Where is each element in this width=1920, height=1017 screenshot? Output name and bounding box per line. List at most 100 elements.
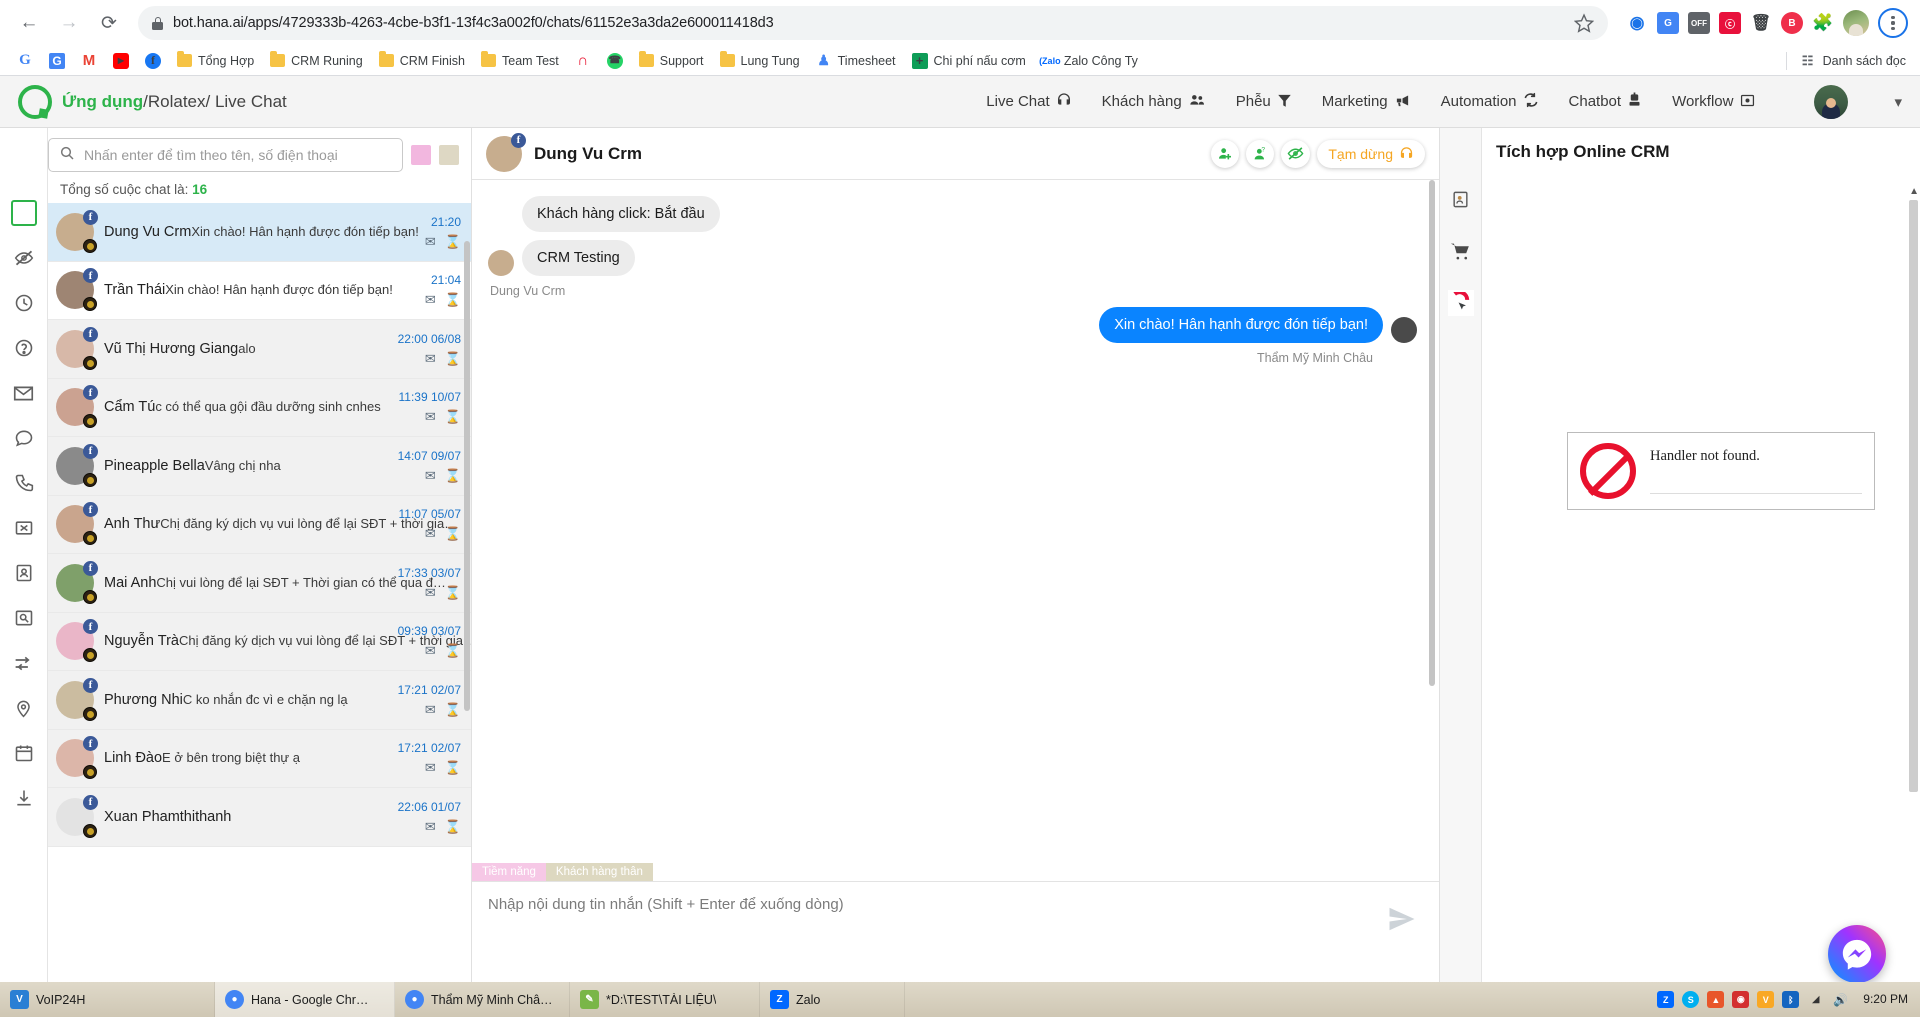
messenger-icon[interactable] xyxy=(1828,925,1886,983)
list-item[interactable]: f Trần TháiXin chào! Hân hạnh được đón t… xyxy=(48,261,471,320)
hourglass-icon[interactable]: ⌛ xyxy=(445,526,461,542)
chrome-profile-avatar[interactable] xyxy=(1843,10,1869,36)
eye-off-icon[interactable] xyxy=(1281,139,1311,168)
cursor-click-icon[interactable] xyxy=(1447,290,1474,316)
taskbar-item-voip24h[interactable]: V VoIP24H xyxy=(0,982,215,1017)
bookmark-tong-hop[interactable]: Tổng Hợp xyxy=(170,50,261,72)
mail-icon[interactable]: ✉ xyxy=(425,351,436,367)
tag-tiem-nang[interactable]: Tiềm năng xyxy=(472,863,546,881)
bookmark-whatsapp[interactable]: ☎ xyxy=(600,49,630,73)
list-item[interactable]: f Phương NhiC ko nhắn đc vì e chặn ng lạ… xyxy=(48,671,471,730)
mail-icon[interactable]: ✉ xyxy=(425,760,436,776)
message-input[interactable]: Nhập nội dung tin nhắn (Shift + Enter để… xyxy=(472,882,1439,995)
address-bar[interactable]: bot.hana.ai/apps/4729333b-4263-4cbe-b3f1… xyxy=(138,6,1608,40)
right-panel-vertical-scrollbar[interactable] xyxy=(1909,200,1918,792)
mail-icon[interactable]: ✉ xyxy=(425,526,436,542)
square-select-icon[interactable] xyxy=(10,200,37,226)
bookmark-timesheet[interactable]: ♟ Timesheet xyxy=(809,49,903,73)
mail-icon[interactable]: ✉ xyxy=(425,292,436,308)
bookmark-team-test[interactable]: Team Test xyxy=(474,50,566,72)
map-pin-icon[interactable] xyxy=(11,695,37,721)
volume-tray-icon[interactable]: 🔊 xyxy=(1832,991,1849,1008)
nav-khach-hang[interactable]: Khách hàng xyxy=(1102,92,1206,111)
chat-list-scrollbar[interactable] xyxy=(464,241,470,711)
list-item[interactable]: f Nguyễn TràChị đăng ký dịch vụ vui lòng… xyxy=(48,612,471,671)
bookmark-youtube[interactable]: ▶ xyxy=(106,49,136,73)
fire-tray-icon[interactable]: ▲ xyxy=(1707,991,1725,1008)
list-item[interactable]: f Xuan Phamthithanh 22:06 01/07 ✉ ⌛ xyxy=(48,788,471,847)
app-logo-area[interactable]: Ứng dụng/Rolatex/ Live Chat xyxy=(18,84,287,119)
off-toggle-icon[interactable]: OFF xyxy=(1688,12,1710,34)
list-item[interactable]: f Vũ Thị Hương Giangalo 22:00 06/08 ✉ ⌛ xyxy=(48,320,471,379)
send-icon[interactable] xyxy=(1387,904,1417,941)
bookmark-gmail[interactable]: M xyxy=(74,49,104,73)
mail-icon[interactable] xyxy=(11,380,37,406)
taskbar-item-tham-my-minh-chau[interactable]: ● Thẩm Mỹ Minh Châ… xyxy=(395,982,570,1017)
chevron-down-icon[interactable]: ▾ xyxy=(1894,93,1902,111)
bookmark-crm-runing[interactable]: CRM Runing xyxy=(263,50,370,72)
taskbar-item-hana-chrome[interactable]: ● Hana - Google Chr… xyxy=(215,982,395,1017)
cart-icon[interactable] xyxy=(1448,238,1474,264)
nav-chatbot[interactable]: Chatbot xyxy=(1569,92,1643,111)
contact-card-icon[interactable] xyxy=(1448,186,1474,212)
search-box[interactable] xyxy=(48,138,403,172)
bookmark-support[interactable]: Support xyxy=(632,50,711,72)
adblock-icon[interactable]: ⓒ xyxy=(1719,12,1741,34)
trash-blocked-icon[interactable]: 🗑 xyxy=(1750,12,1772,34)
network-tray-icon[interactable]: ◢ xyxy=(1807,991,1824,1008)
hourglass-icon[interactable]: ⌛ xyxy=(445,585,461,601)
reload-icon[interactable]: ⟳ xyxy=(92,6,126,40)
list-item[interactable]: f Dung Vu CrmXin chào! Hân hạnh được đón… xyxy=(48,203,471,262)
list-item[interactable]: f Anh ThưChị đăng ký dịch vụ vui lòng để… xyxy=(48,495,471,554)
hourglass-icon[interactable]: ⌛ xyxy=(445,292,461,308)
bookmark-facebook[interactable]: f xyxy=(138,49,168,73)
eye-off-icon[interactable] xyxy=(11,245,37,271)
chat-bubble-icon[interactable] xyxy=(11,425,37,451)
v-tray-icon[interactable]: V xyxy=(1757,991,1775,1008)
list-item[interactable]: f Linh ĐàoE ở bên trong biệt thự ạ 17:21… xyxy=(48,729,471,788)
zalo-tray-icon[interactable]: Z xyxy=(1657,991,1675,1008)
bookmark-google-translate[interactable]: G xyxy=(42,49,72,73)
list-item[interactable]: f Mai AnhChị vui lòng để lại SĐT + Thời … xyxy=(48,554,471,613)
hourglass-icon[interactable]: ⌛ xyxy=(445,409,461,425)
search-input[interactable] xyxy=(84,147,392,163)
bookmark-rocket[interactable]: ∩ xyxy=(568,49,598,73)
mail-icon[interactable]: ✉ xyxy=(425,234,436,250)
skype-tray-icon[interactable]: S xyxy=(1682,991,1700,1008)
hourglass-icon[interactable]: ⌛ xyxy=(445,643,461,659)
nav-workflow[interactable]: Workflow xyxy=(1672,93,1756,111)
b-badge-icon[interactable]: B xyxy=(1781,12,1803,34)
x-box-icon[interactable] xyxy=(11,515,37,541)
hourglass-icon[interactable]: ⌛ xyxy=(445,819,461,835)
contact-card-icon[interactable] xyxy=(11,560,37,586)
tag-swatch-pink[interactable] xyxy=(411,145,431,165)
bookmark-zalo-cong-ty[interactable]: (Zalo Zalo Công Ty xyxy=(1035,49,1145,73)
list-item[interactable]: f Cẩm Túc có thể qua gội đầu dưỡng sinh … xyxy=(48,378,471,437)
taskbar-item-zalo[interactable]: Z Zalo xyxy=(760,982,905,1017)
mail-icon[interactable]: ✉ xyxy=(425,819,436,835)
user-avatar[interactable] xyxy=(1814,84,1849,119)
nav-automation[interactable]: Automation xyxy=(1441,92,1539,111)
hourglass-icon[interactable]: ⌛ xyxy=(445,468,461,484)
mail-icon[interactable]: ✉ xyxy=(425,468,436,484)
shuffle-icon[interactable] xyxy=(11,650,37,676)
mail-icon[interactable]: ✉ xyxy=(425,702,436,718)
star-icon[interactable] xyxy=(1573,13,1595,33)
puzzle-extensions-icon[interactable]: 🧩 xyxy=(1812,12,1834,34)
extension-compass-icon[interactable]: ◉ xyxy=(1626,12,1648,34)
nav-marketing[interactable]: Marketing xyxy=(1322,93,1411,111)
help-circle-icon[interactable] xyxy=(11,335,37,361)
list-item[interactable]: f Pineapple BellaVâng chị nha 14:07 09/0… xyxy=(48,437,471,496)
back-arrow-icon[interactable]: ← xyxy=(12,6,46,40)
hourglass-icon[interactable]: ⌛ xyxy=(445,760,461,776)
download-icon[interactable] xyxy=(11,785,37,811)
bookmark-google[interactable]: G xyxy=(10,49,40,73)
chrome-menu-icon[interactable] xyxy=(1878,8,1908,38)
scroll-up-icon[interactable]: ▲ xyxy=(1909,186,1919,197)
search-box-icon[interactable] xyxy=(11,605,37,631)
tag-swatch-beige[interactable] xyxy=(439,145,459,165)
clock-icon[interactable] xyxy=(11,290,37,316)
mail-icon[interactable]: ✉ xyxy=(425,585,436,601)
mail-icon[interactable]: ✉ xyxy=(425,409,436,425)
forward-arrow-icon[interactable]: → xyxy=(52,6,86,40)
